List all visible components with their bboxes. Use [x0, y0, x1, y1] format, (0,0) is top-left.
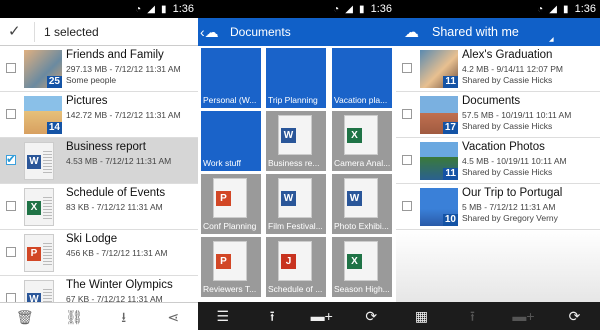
new-folder-icon: ▬+	[512, 308, 535, 324]
checkbox[interactable]	[6, 247, 16, 257]
panel-shared: ◔ ◢ ▮ 1:36 ☁ Shared with me ◢ 11 Alex's …	[396, 0, 600, 330]
list-view-icon[interactable]: ☰	[210, 302, 236, 330]
signal-icon: ◢	[345, 4, 353, 15]
checkbox[interactable]	[402, 109, 412, 119]
excel-file-icon: X	[24, 188, 62, 226]
checkbox[interactable]	[6, 293, 16, 302]
empty-area	[396, 230, 600, 302]
list-item[interactable]: 14 Pictures 142.72 MB - 7/12/12 11:31 AM	[0, 92, 198, 138]
list-item[interactable]: 25 Friends and Family 297.13 MB - 7/12/1…	[0, 46, 198, 92]
checkbox[interactable]	[6, 201, 16, 211]
download-icon[interactable]: ⭳	[111, 303, 137, 330]
panel-documents: ◔ ◢ ▮ 1:36 ‹☁ Documents Personal (W... T…	[198, 0, 396, 330]
upload-icon[interactable]: ⭱	[259, 302, 285, 330]
checkbox[interactable]	[402, 155, 412, 165]
refresh-icon[interactable]: ⟳	[358, 302, 384, 330]
page-title: Shared with me	[432, 25, 519, 39]
powerpoint-file-tile[interactable]: P Conf Planning	[201, 174, 261, 234]
selection-action-bar: ✓ 1 selected	[0, 18, 198, 46]
folder-tile[interactable]: Personal (W...	[201, 48, 261, 108]
status-bar: ◔ ◢ ▮ 1:36	[198, 0, 396, 18]
refresh-icon[interactable]: ⟳	[562, 302, 588, 330]
shared-list: 11 Alex's Graduation 4.2 MB - 9/14/11 12…	[396, 46, 600, 302]
file-list: 25 Friends and Family 297.13 MB - 7/12/1…	[0, 46, 198, 302]
folder-thumbnail: 17	[420, 96, 458, 134]
shared-toolbar: ▦ ⭱ ▬+ ⟳	[396, 302, 600, 330]
done-check-icon[interactable]: ✓	[8, 22, 21, 40]
status-time: 1:36	[370, 3, 392, 15]
list-item-selected[interactable]: W Business report 4.53 MB - 7/12/12 11:3…	[0, 138, 198, 184]
folder-tile[interactable]: Work stuff	[201, 111, 261, 171]
checkbox[interactable]	[6, 63, 16, 73]
status-bar: ◔ ◢ ▮ 1:36	[396, 0, 600, 18]
list-item[interactable]: 11 Alex's Graduation 4.2 MB - 9/14/11 12…	[396, 46, 600, 92]
word-file-tile[interactable]: W Business re...	[266, 111, 326, 171]
battery-icon: ▮	[563, 4, 569, 15]
documents-toolbar: ☰ ⭱ ▬+ ⟳	[198, 302, 396, 330]
battery-icon: ▮	[359, 4, 365, 15]
word-file-tile[interactable]: W Film Festival...	[266, 174, 326, 234]
list-item[interactable]: P Ski Lodge 456 KB - 7/12/12 11:31 AM	[0, 230, 198, 276]
selection-count: 1 selected	[44, 25, 99, 39]
status-time: 1:36	[574, 3, 596, 15]
dropdown-indicator-icon[interactable]: ◢	[549, 36, 554, 43]
shared-action-bar: ☁ Shared with me ◢	[396, 18, 600, 46]
upload-icon: ⭱	[470, 308, 475, 324]
list-item[interactable]: W The Winter Olympics 67 KB - 7/12/12 11…	[0, 276, 198, 302]
word-file-icon: W	[24, 280, 62, 302]
wifi-icon: ◔	[333, 4, 340, 15]
status-time: 1:36	[172, 3, 194, 15]
pdf-file-tile[interactable]: J Schedule of ...	[266, 237, 326, 297]
new-folder-icon[interactable]: ▬+	[309, 302, 335, 330]
folder-thumbnail: 11	[420, 142, 458, 180]
excel-file-tile[interactable]: X Camera Anal...	[332, 111, 392, 171]
page-title: Documents	[230, 25, 291, 39]
share-icon[interactable]: ⋖	[160, 303, 186, 330]
excel-file-tile[interactable]: X Season High...	[332, 237, 392, 297]
folder-thumbnail: 25	[24, 50, 62, 88]
powerpoint-file-tile[interactable]: P Reviewers T...	[201, 237, 261, 297]
delete-icon[interactable]: 🗑	[12, 303, 38, 330]
share-link-icon[interactable]: ⛓	[61, 303, 87, 330]
checkbox[interactable]	[402, 63, 412, 73]
selection-toolbar: 🗑 ⛓ ⭳ ⋖	[0, 302, 198, 330]
folder-thumbnail: 10	[420, 188, 458, 226]
folder-tile[interactable]: Vacation pla...	[332, 48, 392, 108]
word-file-icon: W	[24, 142, 62, 180]
checkbox-checked[interactable]	[6, 152, 16, 166]
wifi-icon: ◔	[537, 4, 544, 15]
list-item[interactable]: 10 Our Trip to Portugal 5 MB - 7/12/12 1…	[396, 184, 600, 230]
back-cloud-icon[interactable]: ‹☁	[200, 24, 219, 41]
documents-action-bar: ‹☁ Documents	[198, 18, 396, 46]
wifi-icon: ◔	[135, 4, 142, 15]
list-item[interactable]: X Schedule of Events 83 KB - 7/12/12 11:…	[0, 184, 198, 230]
word-file-tile[interactable]: W Photo Exhibi...	[332, 174, 392, 234]
status-bar: ◔ ◢ ▮ 1:36	[0, 0, 198, 18]
checkbox[interactable]	[402, 201, 412, 211]
powerpoint-file-icon: P	[24, 234, 62, 272]
folder-tile[interactable]: Trip Planning	[266, 48, 326, 108]
documents-grid: Personal (W... Trip Planning Vacation pl…	[198, 46, 396, 302]
battery-icon: ▮	[161, 4, 167, 15]
checkbox[interactable]	[6, 109, 16, 119]
signal-icon: ◢	[147, 4, 155, 15]
folder-thumbnail: 11	[420, 50, 458, 88]
signal-icon: ◢	[549, 4, 557, 15]
grid-view-icon[interactable]: ▦	[409, 302, 435, 330]
cloud-icon[interactable]: ☁	[404, 23, 419, 41]
panel-selection: ◔ ◢ ▮ 1:36 ✓ 1 selected 25 Friends and F…	[0, 0, 198, 330]
folder-thumbnail: 14	[24, 96, 62, 134]
list-item[interactable]: 11 Vacation Photos 4.5 MB - 10/19/11 10:…	[396, 138, 600, 184]
list-item[interactable]: 17 Documents 57.5 MB - 10/19/11 10:11 AM…	[396, 92, 600, 138]
